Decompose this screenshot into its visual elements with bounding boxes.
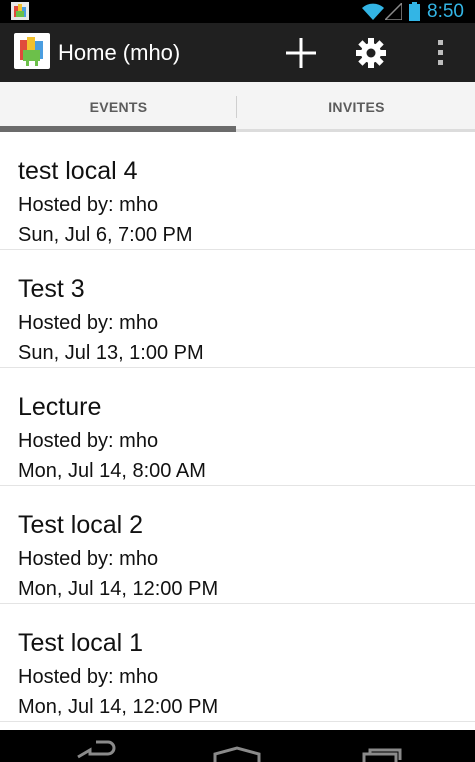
add-icon (286, 37, 316, 68)
action-bar: Home (mho) (0, 23, 475, 82)
event-list-item[interactable]: Test local 2 Hosted by: mho Mon, Jul 14,… (0, 486, 475, 604)
add-button[interactable] (273, 23, 329, 82)
tab-invites[interactable]: INVITES (238, 82, 475, 129)
event-host: Hosted by: mho (18, 666, 159, 688)
event-list: test local 4 Hosted by: mho Sun, Jul 6, … (0, 132, 475, 730)
event-list-item[interactable]: Test local 1 Hosted by: mho Mon, Jul 14,… (0, 604, 475, 722)
event-host: Hosted by: mho (18, 430, 159, 452)
wifi-icon (362, 3, 384, 20)
event-time: Mon, Jul 14, 12:00 PM (18, 696, 219, 718)
event-time: Sun, Jul 13, 1:00 PM (18, 342, 204, 364)
status-time: 8:50 (427, 1, 464, 22)
status-bar: 8:50 (0, 0, 475, 23)
tab-events[interactable]: EVENTS (0, 82, 237, 129)
navigation-bar (0, 730, 475, 762)
event-list-item[interactable]: Test 3 Hosted by: mho Sun, Jul 13, 1:00 … (0, 250, 475, 368)
event-title: Test local 1 (18, 629, 144, 657)
event-title: Test local 2 (18, 511, 144, 539)
tab-divider (236, 96, 237, 118)
signal-icon (385, 3, 402, 20)
event-title: Test 3 (18, 275, 85, 303)
settings-button[interactable] (343, 23, 399, 82)
event-time: Mon, Jul 14, 8:00 AM (18, 460, 206, 482)
event-host: Hosted by: mho (18, 548, 159, 570)
event-host: Hosted by: mho (18, 194, 159, 216)
event-time: Mon, Jul 14, 12:00 PM (18, 578, 219, 600)
overflow-menu-button[interactable] (413, 23, 469, 82)
overflow-menu-icon (438, 39, 443, 65)
tab-bar: EVENTS INVITES (0, 82, 475, 132)
app-notification-icon (11, 2, 29, 20)
recent-apps-icon[interactable] (338, 730, 418, 762)
app-logo-icon[interactable] (14, 33, 50, 69)
battery-icon (409, 2, 420, 21)
settings-gear-icon (356, 37, 386, 68)
event-list-item[interactable]: Lecture Hosted by: mho Mon, Jul 14, 8:00… (0, 368, 475, 486)
page-title: Home (mho) (58, 40, 181, 65)
event-list-item[interactable]: test local 4 Hosted by: mho Sun, Jul 6, … (0, 132, 475, 250)
event-time: Sun, Jul 6, 7:00 PM (18, 224, 193, 246)
event-title: test local 4 (18, 157, 138, 185)
event-title: Lecture (18, 393, 102, 421)
event-host: Hosted by: mho (18, 312, 159, 334)
back-icon[interactable] (56, 730, 136, 762)
home-icon[interactable] (197, 730, 277, 762)
